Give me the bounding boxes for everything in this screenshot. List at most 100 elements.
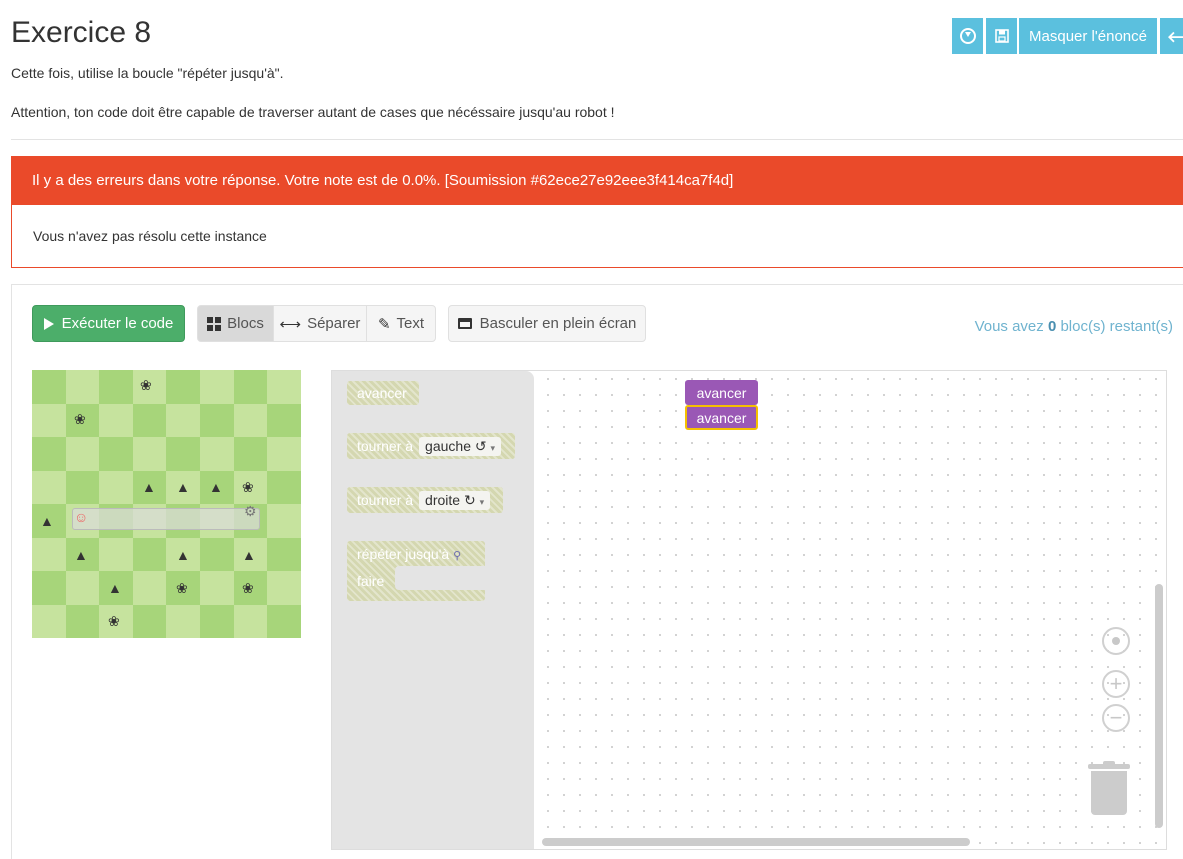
workspace-block-avancer[interactable]: avancer [685, 380, 758, 405]
flower-icon: ❀ [242, 580, 254, 596]
dropdown-arrow-icon: ▾ [490, 442, 496, 453]
beetle-icon: ▲ [242, 547, 256, 563]
grid-cell [65, 437, 100, 471]
tab-blocks[interactable]: Blocs [197, 305, 274, 342]
dropdown-arrow-icon: ▾ [479, 496, 485, 507]
workspace-block-avancer-selected[interactable]: avancer [685, 405, 758, 430]
grid-cell [267, 437, 301, 471]
grid-icon [207, 316, 222, 331]
grid-cell [32, 604, 66, 638]
grid-cell [200, 537, 234, 571]
beetle-icon: ▲ [176, 547, 190, 563]
repeat-slot [395, 566, 485, 590]
beetle-icon: ▲ [176, 479, 190, 495]
floppy-icon [994, 29, 1009, 43]
grid-cell [233, 370, 268, 404]
grid-cell [200, 403, 234, 437]
grid-cell [32, 537, 66, 571]
beetle-icon: ▲ [40, 513, 54, 529]
grid-cell [65, 370, 100, 404]
key-icon: ⚲ [453, 550, 462, 562]
arrow-left-icon: 🡐 [1167, 27, 1183, 46]
grid-cell [233, 437, 268, 471]
tab-split-label: Séparer [307, 315, 361, 332]
statement-line-1: Cette fois, utilise la boucle "répéter j… [11, 65, 284, 81]
grid-cell [99, 537, 133, 571]
grid-cell [32, 370, 66, 404]
run-code-button[interactable]: Exécuter le code [32, 305, 185, 342]
toolbox-block-turn-left[interactable]: tourner à gauche ↺ ▾ [347, 433, 515, 459]
play-icon [43, 317, 54, 330]
grid-cell [200, 437, 234, 471]
grid-cell [267, 403, 301, 437]
grid-cell [233, 604, 268, 638]
beetle-icon: ▲ [74, 547, 88, 563]
grid-cell [65, 470, 100, 504]
grid-cell [32, 437, 66, 471]
robot-icon: ⚙ [244, 503, 257, 519]
grid-cell [65, 571, 100, 605]
error-alert: Il y a des erreurs dans votre réponse. V… [11, 156, 1183, 205]
grid-cell [32, 403, 66, 437]
flower-icon: ❀ [74, 411, 86, 427]
window-icon [457, 318, 472, 329]
error-detail: Vous n'avez pas résolu cette instance [11, 205, 1183, 268]
grid-cell [65, 604, 100, 638]
blocks-remaining: Vous avez 0 bloc(s) restant(s) [974, 318, 1173, 335]
grid-cell [166, 370, 200, 404]
tab-text[interactable]: ✎ Text [366, 305, 436, 342]
pencil-icon: ✎ [377, 315, 391, 333]
statement-line-2: Attention, ton code doit être capable de… [11, 104, 615, 120]
direction-dropdown[interactable]: gauche ↺ ▾ [419, 436, 502, 456]
download-button[interactable] [952, 18, 983, 54]
back-button[interactable]: 🡐 [1160, 18, 1183, 54]
grid-cell [132, 403, 167, 437]
horizontal-scrollbar[interactable] [542, 838, 970, 846]
hedge-icon [72, 508, 260, 530]
beetle-icon: ▲ [108, 580, 122, 596]
grid-cell [99, 470, 133, 504]
fullscreen-button[interactable]: Basculer en plein écran [448, 305, 646, 342]
grid-cell [32, 470, 66, 504]
flower-icon: ❀ [242, 479, 254, 495]
toolbox-block-avancer[interactable]: avancer [347, 381, 419, 405]
run-code-label: Exécuter le code [61, 315, 174, 332]
tab-split[interactable]: ⟷ Séparer [273, 305, 367, 342]
zoom-out-icon[interactable]: − [1102, 704, 1130, 732]
flower-icon: ❀ [140, 377, 152, 393]
beetle-icon: ▲ [209, 479, 223, 495]
grid-cell [132, 604, 167, 638]
grid-cell [267, 571, 301, 605]
page-title: Exercice 8 [11, 16, 152, 49]
recenter-icon[interactable] [1102, 627, 1130, 655]
grid-cell [166, 437, 200, 471]
grid-cell [267, 537, 301, 571]
zoom-in-icon[interactable]: + [1102, 670, 1130, 698]
grid-cell [267, 370, 301, 404]
grid-cell [267, 470, 301, 504]
grid-cell [200, 604, 234, 638]
grid-cell [132, 437, 167, 471]
grid-cell [200, 571, 234, 605]
tab-blocks-label: Blocs [227, 315, 264, 332]
flower-icon: ❀ [108, 613, 120, 629]
beetle-icon: ▲ [142, 479, 156, 495]
divider [11, 139, 1183, 140]
vertical-scrollbar[interactable] [1155, 584, 1163, 828]
direction-dropdown[interactable]: droite ↻ ▾ [419, 490, 491, 510]
game-grid: ❀ ❀ ▲ ▲ ▲ ❀ ▲ ☺ ⚙ ▲ ▲ ▲ ▲ ❀ ❀ ❀ [32, 370, 301, 638]
grid-cell [99, 403, 133, 437]
grid-cell [32, 571, 66, 605]
grid-cell [166, 604, 200, 638]
hide-statement-button[interactable]: Masquer l'énoncé [1019, 18, 1157, 54]
grid-cell [132, 571, 167, 605]
grid-cell [132, 537, 167, 571]
save-button[interactable] [986, 18, 1017, 54]
download-icon [959, 28, 976, 44]
tab-text-label: Text [396, 315, 425, 332]
trash-icon[interactable] [1088, 761, 1130, 817]
toolbox-block-turn-right[interactable]: tourner à droite ↻ ▾ [347, 487, 503, 513]
grid-cell [267, 604, 301, 638]
arrows-horizontal-icon: ⟷ [279, 315, 302, 333]
player-icon: ☺ [74, 509, 89, 525]
